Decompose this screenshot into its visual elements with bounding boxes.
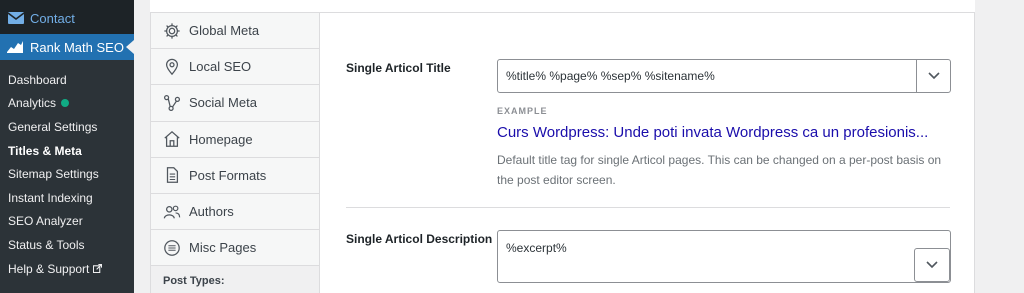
submenu-item-sitemap-settings[interactable]: Sitemap Settings (0, 162, 134, 186)
single-articol-description-label: Single Articol Description (346, 232, 493, 246)
status-dot-icon (61, 99, 70, 108)
tab-global-meta[interactable]: Global Meta (151, 13, 319, 50)
settings-tabs: Global Meta Local SEO Social Meta Homepa… (151, 13, 320, 293)
title-variables-dropdown-button[interactable] (916, 60, 950, 92)
tab-local-seo[interactable]: Local SEO (151, 49, 319, 86)
title-input-value: %title% %page% %sep% %sitename% (506, 69, 715, 83)
tab-homepage[interactable]: Homepage (151, 122, 319, 158)
tab-label: Authors (189, 204, 234, 220)
envelope-icon (8, 12, 24, 24)
rank-math-logo-icon (7, 41, 23, 53)
tab-label: Social Meta (189, 95, 257, 111)
settings-panel-header (150, 0, 975, 13)
external-link-icon (93, 264, 103, 274)
single-articol-description-textarea[interactable]: %excerpt% (497, 230, 951, 283)
chevron-down-icon (927, 72, 940, 80)
menu-item-contact-label: Contact (30, 10, 75, 26)
gear-icon (164, 22, 180, 39)
tab-label: Misc Pages (189, 240, 257, 256)
field-divider (346, 207, 950, 208)
users-icon (163, 205, 181, 219)
submenu-item-titles-meta[interactable]: Titles & Meta (0, 139, 134, 163)
tab-authors[interactable]: Authors (151, 194, 319, 231)
tab-label: Local SEO (189, 59, 252, 75)
menu-item-rank-math-label: Rank Math SEO (30, 39, 124, 55)
share-nodes-icon (163, 94, 181, 111)
tab-social-meta[interactable]: Social Meta (151, 85, 319, 122)
submenu-item-dashboard[interactable]: Dashboard (0, 68, 134, 92)
document-icon (166, 167, 179, 184)
menu-item-contact[interactable]: Contact (0, 6, 134, 30)
map-pin-icon (165, 58, 179, 75)
single-articol-title-input[interactable]: %title% %page% %sep% %sitename% (497, 59, 951, 93)
list-circle-icon (164, 239, 180, 256)
submenu-item-help-support[interactable]: Help & Support (0, 257, 134, 281)
submenu-item-analytics[interactable]: Analytics (0, 92, 134, 116)
tab-post-formats[interactable]: Post Formats (151, 158, 319, 194)
submenu-item-seo-analyzer[interactable]: SEO Analyzer (0, 210, 134, 234)
submenu-item-general-settings[interactable]: General Settings (0, 115, 134, 139)
example-title-preview: Curs Wordpress: Unde poti invata Wordpre… (497, 124, 929, 141)
tab-label: Post Formats (189, 167, 267, 183)
menu-item-rank-math[interactable]: Rank Math SEO (0, 34, 134, 60)
tab-label: Global Meta (189, 23, 260, 39)
chevron-down-icon (926, 261, 938, 269)
tab-misc-pages[interactable]: Misc Pages (151, 230, 319, 267)
submenu-item-instant-indexing[interactable]: Instant Indexing (0, 186, 134, 210)
description-variables-dropdown-button[interactable] (914, 248, 950, 282)
submenu-item-status-tools[interactable]: Status & Tools (0, 233, 134, 257)
single-articol-title-label: Single Articol Title (346, 61, 451, 75)
description-textarea-value: %excerpt% (506, 241, 567, 255)
wp-admin-sidebar: Contact Rank Math SEO Dashboard Analytic… (0, 0, 134, 293)
rank-math-submenu: Dashboard Analytics General Settings Tit… (0, 60, 134, 293)
tab-label: Homepage (189, 131, 253, 147)
tabs-section-header: Post Types: (151, 266, 319, 293)
home-icon (164, 131, 180, 147)
title-field-description: Default title tag for single Articol pag… (497, 153, 942, 187)
example-label: EXAMPLE (497, 106, 548, 116)
